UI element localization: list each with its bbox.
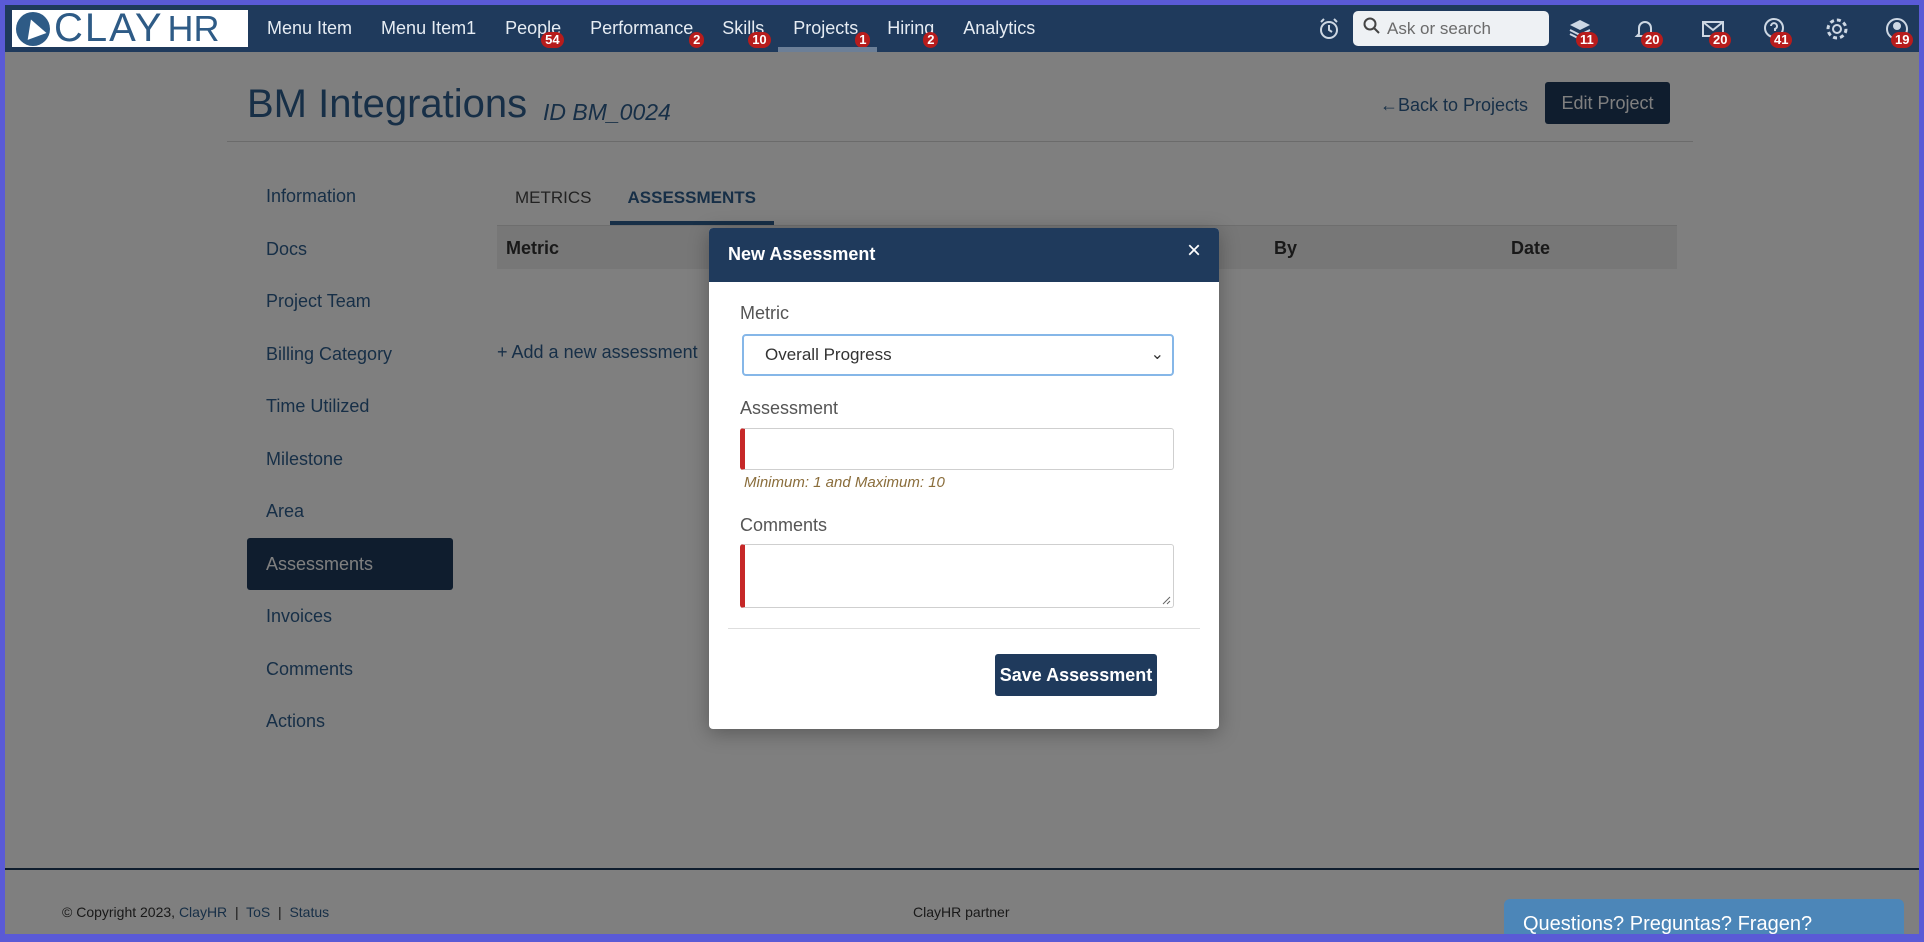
dialog-header: New Assessment × bbox=[709, 228, 1219, 282]
alarm-clock-icon[interactable] bbox=[1315, 15, 1343, 43]
comments-textarea[interactable] bbox=[740, 544, 1174, 608]
nav-label: Analytics bbox=[963, 18, 1036, 38]
dialog-divider bbox=[728, 628, 1200, 629]
close-icon[interactable]: × bbox=[1187, 237, 1201, 265]
dialog-title: New Assessment bbox=[728, 244, 876, 264]
notifications-badge: 20 bbox=[1641, 32, 1664, 48]
main-nav: Menu Item Menu Item1 People 54 Performanc… bbox=[267, 5, 1064, 52]
help-chat-button[interactable]: Questions? Preguntas? Fragen? bbox=[1504, 899, 1904, 934]
messages-badge: 20 bbox=[1709, 32, 1732, 48]
assessment-hint: Minimum: 1 and Maximum: 10 bbox=[744, 474, 945, 491]
nav-performance[interactable]: Performance 2 bbox=[590, 5, 705, 52]
gear-icon[interactable] bbox=[1823, 15, 1851, 43]
nav-badge: 1 bbox=[855, 32, 871, 48]
nav-hiring[interactable]: Hiring 2 bbox=[887, 5, 939, 52]
search-icon bbox=[1363, 17, 1381, 40]
help-icon[interactable]: 41 bbox=[1760, 15, 1793, 48]
logo-suffix: HR bbox=[167, 8, 220, 49]
nav-badge: 2 bbox=[923, 32, 939, 48]
top-nav-bar: CLAY HR Menu Item Menu Item1 People 54 Pe… bbox=[5, 5, 1919, 52]
assessment-label: Assessment bbox=[740, 398, 839, 418]
nav-badge: 2 bbox=[689, 32, 705, 48]
profile-icon[interactable]: 19 bbox=[1883, 15, 1914, 48]
nav-people[interactable]: People 54 bbox=[505, 5, 564, 52]
clayhr-logo[interactable]: CLAY HR bbox=[12, 6, 248, 50]
courses-icon[interactable]: 11 bbox=[1566, 15, 1598, 48]
help-badge: 41 bbox=[1770, 32, 1793, 48]
metric-selected-value: Overall Progress bbox=[765, 345, 892, 364]
nav-label: Menu Item1 bbox=[381, 18, 477, 38]
bell-icon[interactable]: 20 bbox=[1631, 15, 1664, 48]
new-assessment-dialog: New Assessment × Metric Overall Progress… bbox=[709, 228, 1219, 729]
comments-label: Comments bbox=[740, 515, 828, 535]
nav-label: Menu Item bbox=[267, 18, 353, 38]
search-box[interactable]: Ask or search bbox=[1353, 11, 1549, 46]
save-assessment-button[interactable]: Save Assessment bbox=[995, 654, 1157, 696]
logo-text: CLAY bbox=[54, 6, 164, 50]
nav-skills[interactable]: Skills 10 bbox=[722, 5, 771, 52]
nav-label: Performance bbox=[590, 18, 694, 38]
metric-label: Metric bbox=[740, 303, 789, 323]
nav-projects[interactable]: Projects 1 bbox=[778, 5, 878, 52]
nav-badge: 54 bbox=[541, 32, 564, 48]
nav-menu-item1[interactable]: Menu Item1 bbox=[381, 5, 476, 52]
nav-analytics[interactable]: Analytics bbox=[963, 5, 1035, 52]
nav-menu-item[interactable]: Menu Item bbox=[267, 5, 352, 52]
search-input[interactable]: Ask or search bbox=[1387, 19, 1491, 39]
mail-icon[interactable]: 20 bbox=[1699, 15, 1732, 48]
logo-mark-icon bbox=[16, 11, 50, 46]
nav-label: Projects bbox=[793, 18, 859, 38]
courses-badge: 11 bbox=[1576, 32, 1598, 48]
profile-badge: 19 bbox=[1891, 32, 1914, 48]
nav-badge: 10 bbox=[748, 32, 771, 48]
assessment-input[interactable] bbox=[740, 428, 1174, 470]
metric-select[interactable]: Overall Progress ⌄ bbox=[742, 334, 1174, 376]
app-frame: CLAY HR Menu Item Menu Item1 People 54 Pe… bbox=[5, 5, 1919, 934]
resize-handle-icon[interactable] bbox=[1161, 595, 1171, 605]
chevron-down-icon: ⌄ bbox=[1150, 346, 1164, 363]
